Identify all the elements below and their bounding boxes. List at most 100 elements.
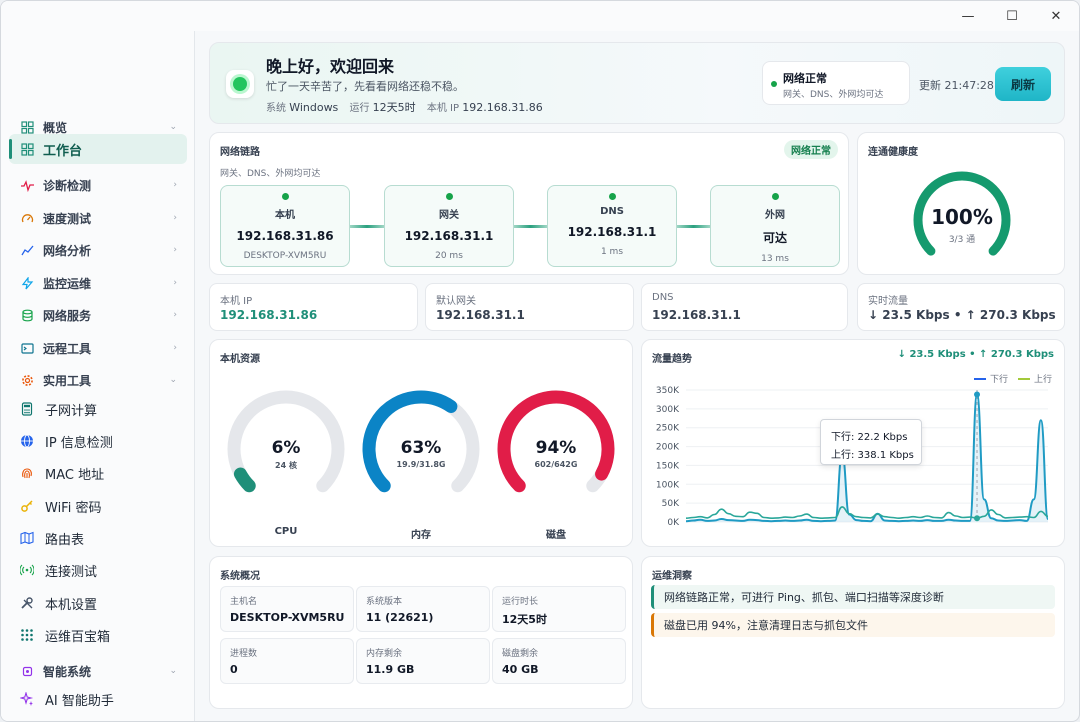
chevron-icon: › bbox=[173, 278, 177, 288]
y-tick-label: 50K bbox=[662, 499, 680, 509]
sidebar-item-label: WiFi 密码 bbox=[45, 500, 102, 516]
sidebar-item-sidebar-subs-7[interactable]: 运维百宝箱 bbox=[9, 620, 187, 650]
sidebar-item-label: 监控运维 bbox=[43, 276, 92, 291]
sidebar-item-sidebar-group2[interactable]: 智能系统 ⌄ bbox=[9, 656, 187, 686]
y-tick-label: 300K bbox=[656, 405, 680, 415]
refresh-button[interactable]: 刷新 bbox=[995, 67, 1051, 101]
node-value: 192.168.31.1 bbox=[567, 225, 657, 239]
gauge-label: 内存 bbox=[411, 530, 431, 541]
link-connector bbox=[350, 225, 384, 228]
sidebar-item-label: 连接测试 bbox=[45, 564, 98, 580]
signal-icon bbox=[19, 562, 35, 578]
traffic-card: 流量趋势 ↓ 23.5 Kbps • ↑ 270.3 Kbps 下行 上行 35… bbox=[641, 339, 1065, 547]
terminal-icon bbox=[19, 340, 35, 356]
sidebar-item-sidebar-groups-3[interactable]: 速度测试 › bbox=[9, 203, 187, 233]
overview-item: 磁盘剩余 40 GB bbox=[492, 638, 626, 684]
sidebar: 概览 ⌄ 工作台 诊断检测 › 速度测试 › 网络分析 › 监控运维 › 网络服务 › 远程工具 › 实用工具… bbox=[1, 31, 195, 721]
sidebar-item-sidebar-groups-5[interactable]: 监控运维 › bbox=[9, 268, 187, 298]
overview-item: 主机名 DESKTOP-XVM5RU bbox=[220, 586, 354, 632]
gauge-arc bbox=[233, 467, 256, 493]
network-link-title: 网络链路 bbox=[220, 147, 260, 158]
header-meta: 系统 Windows 运行 12天5时 本机 IP 192.168.31.86 bbox=[266, 99, 543, 115]
insight-item: 网络链路正常，可进行 Ping、抓包、端口扫描等深度诊断 bbox=[651, 585, 1055, 609]
network-status-box: 网络正常 网关、DNS、外网均可达 bbox=[762, 61, 910, 105]
chevron-icon: ⌄ bbox=[169, 666, 177, 676]
sidebar-item-sidebar-groups-1[interactable]: 工作台 bbox=[9, 134, 187, 164]
stat-label: 实时流量 bbox=[868, 296, 908, 307]
overview-value: 0 bbox=[230, 663, 238, 676]
overview-title: 系统概况 bbox=[220, 571, 260, 582]
node-name: 本机 bbox=[275, 210, 295, 221]
overview-item: 运行时长 12天5时 bbox=[492, 586, 626, 632]
sidebar-item-sidebar-groups-8[interactable]: 实用工具 ⌄ bbox=[9, 365, 187, 395]
app-window: — ☐ ✕ 概览 ⌄ 工作台 诊断检测 › 速度测试 › 网络分析 › 监控运维 › 网络服务 › 远程工… bbox=[0, 0, 1080, 722]
sidebar-item-label: 远程工具 bbox=[43, 341, 92, 356]
stat-card: 本机 IP 192.168.31.86 bbox=[209, 283, 418, 331]
overview-label: 内存剩余 bbox=[366, 649, 403, 659]
chevron-icon: › bbox=[173, 180, 177, 190]
sidebar-item-label: 子网计算 bbox=[45, 403, 98, 419]
sidebar-item-sidebar-sub2[interactable]: AI 智能助手 bbox=[9, 684, 187, 714]
network-link-desc: 网关、DNS、外网均可达 bbox=[220, 169, 321, 179]
minimize-icon: — bbox=[961, 8, 975, 24]
sidebar-item-sidebar-subs-6[interactable]: 本机设置 bbox=[9, 588, 187, 618]
gauge-center: 6% 24 核 bbox=[226, 438, 346, 471]
insight-text: 网络链路正常，可进行 Ping、抓包、端口扫描等深度诊断 bbox=[664, 591, 944, 604]
node-name: 外网 bbox=[765, 210, 785, 221]
chevron-icon: › bbox=[173, 245, 177, 255]
sidebar-item-label: 运维百宝箱 bbox=[45, 629, 111, 645]
status-dot-icon bbox=[445, 193, 453, 200]
pulse-icon bbox=[19, 177, 35, 193]
sidebar-item-label: 路由表 bbox=[45, 532, 85, 548]
maximize-icon: ☐ bbox=[1006, 8, 1018, 24]
sidebar-item-label: 智能系统 bbox=[43, 664, 92, 679]
key-icon bbox=[19, 498, 35, 514]
overview-value: 12天5时 bbox=[502, 613, 547, 626]
data-point-down bbox=[974, 515, 981, 522]
stat-card: 默认网关 192.168.31.1 bbox=[425, 283, 634, 331]
stat-value: 192.168.31.86 bbox=[220, 308, 318, 322]
stat-label: 本机 IP bbox=[220, 296, 253, 307]
sidebar-item-sidebar-subs-1[interactable]: IP 信息检测 bbox=[9, 426, 187, 456]
health-value: 100% bbox=[931, 205, 993, 229]
y-tick-label: 350K bbox=[656, 386, 680, 396]
chevron-icon: ⌄ bbox=[169, 375, 177, 385]
link-node: 外网 可达 13 ms bbox=[710, 185, 840, 267]
globe-icon bbox=[19, 433, 35, 449]
y-tick-label: 200K bbox=[656, 443, 680, 453]
greeting-subtitle: 忙了一天辛苦了，先看看网络还稳不稳。 bbox=[266, 80, 464, 93]
sidebar-item-sidebar-subs-0[interactable]: 子网计算 bbox=[9, 394, 187, 424]
gauge-detail: 19.9/31.8G bbox=[396, 460, 446, 469]
link-connector bbox=[514, 225, 547, 228]
gauge-detail: 24 核 bbox=[275, 461, 297, 470]
chip-icon bbox=[19, 663, 35, 679]
node-sub: DESKTOP-XVM5RU bbox=[243, 251, 327, 261]
sidebar-item-sidebar-subs-4[interactable]: 路由表 bbox=[9, 523, 187, 553]
sidebar-item-label: 诊断检测 bbox=[43, 178, 92, 193]
sidebar-item-sidebar-groups-6[interactable]: 网络服务 › bbox=[9, 300, 187, 330]
uptime-value: 12天5时 bbox=[372, 101, 416, 114]
sidebar-item-sidebar-subs-5[interactable]: 连接测试 bbox=[9, 555, 187, 585]
overview-label: 运行时长 bbox=[502, 597, 539, 607]
sidebar-item-sidebar-subs-2[interactable]: MAC 地址 bbox=[9, 458, 187, 488]
close-button[interactable]: ✕ bbox=[1033, 3, 1079, 29]
sidebar-item-sidebar-groups-4[interactable]: 网络分析 › bbox=[9, 235, 187, 265]
sidebar-item-sidebar-groups-7[interactable]: 远程工具 › bbox=[9, 333, 187, 363]
sidebar-item-sidebar-subs-3[interactable]: WiFi 密码 bbox=[9, 491, 187, 521]
sidebar-item-sidebar-groups-2[interactable]: 诊断检测 › bbox=[9, 170, 187, 200]
sparkle-icon bbox=[19, 691, 35, 707]
apps-icon bbox=[19, 627, 35, 643]
gauge-label: CPU bbox=[274, 526, 298, 537]
stat-card: DNS 192.168.31.1 bbox=[641, 283, 848, 331]
minimize-button[interactable]: — bbox=[945, 3, 991, 29]
maximize-button[interactable]: ☐ bbox=[989, 3, 1035, 29]
node-value: 192.168.31.1 bbox=[404, 229, 494, 243]
node-value: 192.168.31.86 bbox=[236, 229, 334, 243]
speedometer-icon bbox=[19, 210, 35, 226]
status-dot-icon bbox=[771, 193, 779, 200]
chart-tooltip: 下行: 22.2 Kbps 上行: 338.1 Kbps bbox=[820, 419, 922, 465]
stat-label: 默认网关 bbox=[436, 296, 476, 307]
y-tick-label: 150K bbox=[656, 461, 680, 471]
node-value: 可达 bbox=[762, 231, 787, 245]
link-connector bbox=[677, 225, 710, 228]
